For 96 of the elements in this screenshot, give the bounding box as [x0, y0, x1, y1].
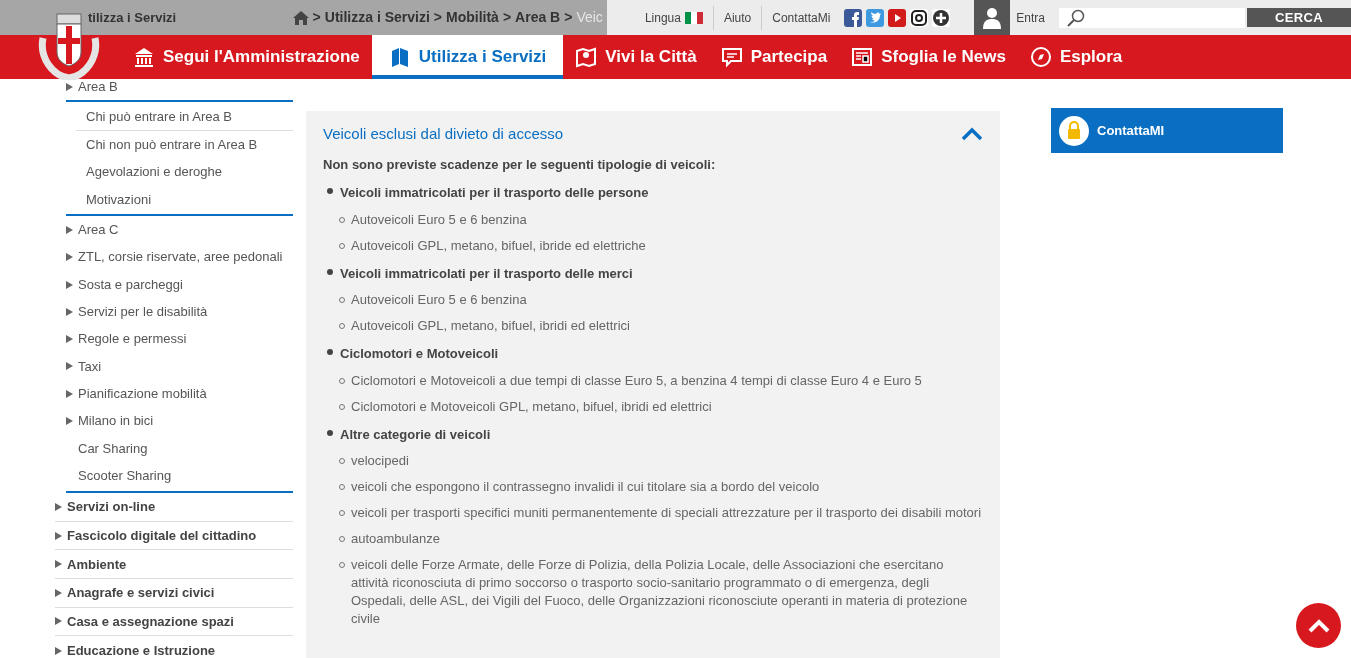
triangle-icon — [55, 531, 62, 540]
triangle-icon — [55, 503, 62, 512]
contact-box[interactable]: ContattaMI — [1051, 108, 1283, 153]
bullet-icon — [327, 429, 333, 436]
list-item: Autoveicoli GPL, metano, bifuel, ibridi ed elettrici — [351, 317, 630, 335]
list-item: velocipedi — [351, 452, 409, 470]
sidebar-section[interactable]: Ambiente — [55, 550, 293, 580]
list-item: veicoli che espongono il contrassegno invalidi il cui titolare sia a bordo del veicolo — [351, 478, 820, 496]
nav-tab[interactable]: Partecipa — [708, 35, 840, 79]
triangle-icon — [55, 588, 62, 597]
list-item: veicoli delle Forze Armate, delle Forze di Polizia, della Polizia Locale, delle Associazioni che esercitano attività riconosciuta di primo soccorso o trasporto socio-sanitario programmato o di emergenza, degli Ospedali, delle ASL, dei Vigili del Fuoco, delle Organizzazioni riconosciute operanti in materia di protezione civile — [351, 556, 969, 628]
triangle-icon — [66, 335, 73, 344]
nav-tab[interactable]: Esplora — [1017, 35, 1135, 79]
intro-text: Non sono previste scadenze per le seguenti tipologie di veicoli: — [323, 155, 717, 174]
chevron-up-icon — [1307, 618, 1330, 633]
list-heading: Veicoli immatricolati per il trasporto delle merci — [340, 264, 633, 283]
user-avatar[interactable] — [974, 0, 1011, 35]
triangle-icon — [66, 307, 73, 316]
sidebar-section[interactable]: Anagrafe e servizi civici — [55, 579, 293, 608]
login-link[interactable]: Entra — [1016, 8, 1045, 27]
triangle-icon — [66, 82, 73, 91]
list-heading: Ciclomotori e Motoveicoli — [340, 345, 499, 363]
sidebar-subitem[interactable]: Agevolazioni e deroghe — [66, 158, 293, 186]
camera-icon[interactable] — [910, 8, 929, 27]
accordion-title[interactable]: Veicoli esclusi dal divieto di accesso — [323, 123, 564, 146]
bullet-icon — [327, 188, 333, 194]
sidebar-section[interactable]: Casa e assegnazione spazi — [55, 607, 293, 637]
collapse-icon[interactable] — [961, 127, 983, 142]
breadcrumb-separator: > — [433, 8, 442, 27]
triangle-icon — [55, 646, 62, 655]
newspaper-icon — [851, 46, 874, 68]
home-icon[interactable] — [292, 10, 309, 25]
triangle-icon — [66, 280, 73, 289]
top-link[interactable]: Aiuto — [712, 5, 762, 30]
scroll-top-button[interactable] — [1296, 603, 1341, 648]
top-link[interactable]: Lingua — [634, 5, 713, 30]
nav-tab[interactable]: Vivi la Città — [563, 35, 709, 79]
sidebar-section[interactable]: Servizi on-line — [55, 493, 293, 522]
compass-icon — [1029, 46, 1052, 68]
list-item: Ciclomotori e Motoveicoli GPL, metano, bifuel, ibridi ed elettrici — [351, 397, 712, 416]
search-field[interactable] — [1059, 7, 1245, 28]
sidebar-section[interactable]: Educazione e Istruzione — [55, 636, 293, 658]
list-heading: Veicoli immatricolati per il trasporto delle persone — [340, 184, 649, 202]
nav-tab[interactable]: Utilizza i Servizi — [371, 35, 564, 79]
video-play-icon[interactable] — [888, 8, 907, 27]
triangle-icon — [55, 617, 62, 626]
breadcrumb-link[interactable]: Utilizza i Servizi — [324, 7, 430, 28]
triangle-icon — [66, 362, 73, 371]
top-link[interactable]: ContattaMi — [761, 5, 841, 30]
sidebar-item[interactable]: Taxi — [66, 352, 293, 381]
nav-tab[interactable]: Sfoglia le News — [839, 35, 1018, 79]
list-item: Ciclomotori e Motoveicoli a due tempi di classe Euro 5, a benzina 4 tempi di classe Euro 4 e Euro 5 — [351, 371, 922, 390]
breadcrumb-link[interactable]: Mobilità — [446, 7, 499, 28]
breadcrumb-item: Veic — [576, 8, 603, 27]
list-heading: Altre categorie di veicoli — [340, 425, 491, 444]
twitter-icon[interactable] — [866, 8, 885, 27]
map-pin-icon — [575, 46, 598, 68]
breadcrumb-link[interactable]: Area B — [515, 7, 561, 28]
sidebar-item[interactable]: Sosta e parcheggi — [66, 270, 293, 299]
sidebar-item[interactable]: Regole e permessi — [66, 325, 293, 353]
triangle-icon — [66, 417, 73, 425]
triangle-icon — [55, 560, 62, 569]
list-item: Autoveicoli GPL, metano, bifuel, ibride ed elettriche — [351, 236, 646, 255]
bank-icon — [133, 46, 155, 68]
bullet-icon — [327, 268, 333, 275]
sidebar-subitem[interactable]: Chi non può entrare in Area B — [66, 130, 293, 159]
list-item: Autoveicoli Euro 5 e 6 benzina — [351, 210, 527, 229]
sidebar-item[interactable]: Pianificazione mobilità — [66, 380, 293, 408]
speech-bubble-icon — [720, 46, 743, 68]
lock-icon — [1059, 115, 1089, 146]
triangle-icon — [66, 253, 73, 262]
search-icon — [1067, 8, 1085, 27]
breadcrumb-separator: > — [312, 8, 321, 27]
search-button[interactable]: CERCA — [1247, 8, 1351, 27]
sidebar-item[interactable]: Car Sharing — [66, 434, 293, 462]
section-label: tilizza i Servizi — [88, 8, 177, 27]
plus-icon[interactable] — [932, 8, 951, 27]
sidebar-subitem[interactable]: Motivazioni — [66, 185, 293, 214]
list-item: autoambulanze — [351, 530, 440, 548]
sidebar-item[interactable]: Milano in bici — [66, 407, 293, 435]
sidebar-section[interactable]: Fascicolo digitale del cittadino — [55, 521, 293, 551]
facebook-icon[interactable] — [844, 8, 863, 27]
breadcrumb-separator: > — [502, 8, 512, 27]
list-item: Autoveicoli Euro 5 e 6 benzina — [351, 291, 527, 309]
sidebar-item[interactable]: ZTL, corsie riservate, aree pedonali — [66, 243, 293, 271]
triangle-icon — [66, 225, 73, 234]
sidebar-item[interactable]: Servizi per le disabilità — [66, 298, 293, 326]
breadcrumb-separator: > — [564, 8, 573, 27]
list-item: veicoli per trasporti specifici muniti permanentemente di speciali attrezzature per il trasporto dei disabili motori — [351, 504, 982, 522]
bullet-icon — [327, 349, 333, 355]
sidebar-subitem[interactable]: Chi può entrare in Area B — [76, 103, 293, 131]
italy-flag-icon — [684, 11, 703, 24]
sidebar-item[interactable]: Scooter Sharing — [66, 461, 293, 490]
triangle-icon — [66, 389, 73, 398]
sidebar-item[interactable]: Area C — [66, 216, 293, 244]
contact-label: ContattaMI — [1097, 121, 1165, 140]
